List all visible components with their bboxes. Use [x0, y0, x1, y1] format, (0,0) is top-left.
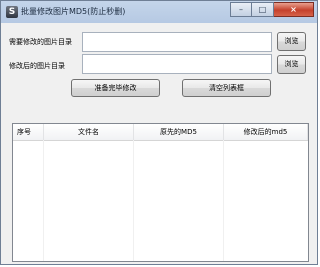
close-button[interactable]: × [274, 2, 314, 17]
window-title: 批量修改图片MD5(防止秒删) [21, 7, 126, 16]
window-controls: – □ × [230, 2, 314, 18]
column-divider [223, 140, 224, 261]
column-header-new-md5[interactable]: 修改后的md5 [224, 124, 308, 140]
column-divider [43, 140, 44, 261]
app-window: S 批量修改图片MD5(防止秒删) – □ × 需要修改的图片目录 浏览 修改后… [0, 0, 318, 265]
maximize-button[interactable]: □ [252, 2, 274, 17]
list-body[interactable] [13, 140, 308, 261]
column-divider [133, 140, 134, 261]
dest-browse-button[interactable]: 浏览 [277, 55, 306, 74]
start-modify-button[interactable]: 准备完毕修改 [71, 79, 160, 97]
column-header-filename[interactable]: 文件名 [44, 124, 134, 140]
file-list[interactable]: 序号 文件名 原先的MD5 修改后的md5 [12, 123, 309, 262]
list-header: 序号 文件名 原先的MD5 修改后的md5 [13, 124, 308, 141]
source-dir-input[interactable] [82, 32, 272, 52]
column-header-index[interactable]: 序号 [13, 124, 44, 140]
source-dir-label: 需要修改的图片目录 [9, 38, 72, 46]
column-header-original-md5[interactable]: 原先的MD5 [134, 124, 224, 140]
title-bar[interactable]: S 批量修改图片MD5(防止秒删) – □ × [1, 1, 317, 23]
dest-dir-label: 修改后的图片目录 [9, 62, 65, 70]
dest-dir-input[interactable] [82, 54, 272, 74]
client-area: 需要修改的图片目录 浏览 修改后的图片目录 浏览 准备完毕修改 清空列表框 序号… [5, 23, 315, 263]
minimize-button[interactable]: – [230, 2, 252, 17]
source-browse-button[interactable]: 浏览 [277, 32, 306, 51]
app-icon: S [6, 6, 18, 18]
clear-list-button[interactable]: 清空列表框 [182, 79, 271, 97]
